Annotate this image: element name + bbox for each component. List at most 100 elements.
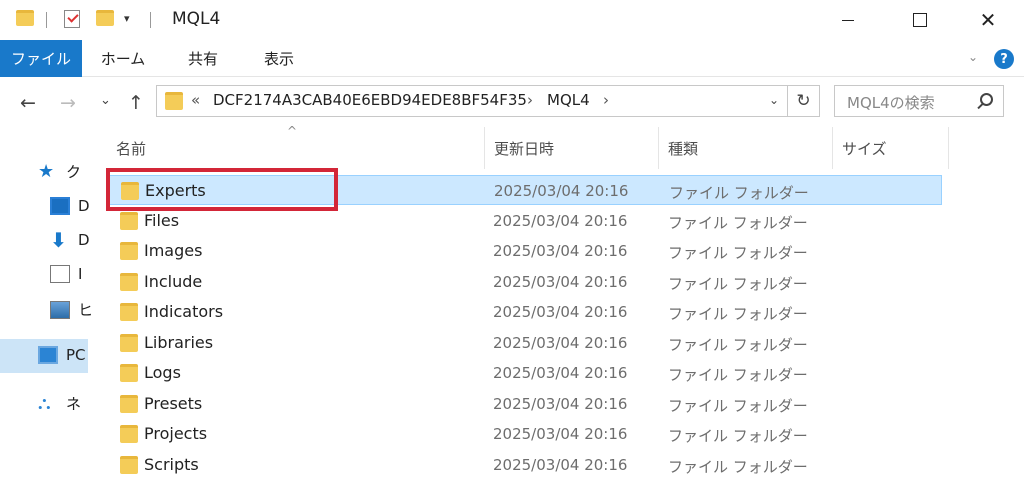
file-name: Scripts [144, 455, 199, 474]
folder-icon[interactable] [16, 10, 34, 26]
tab-home[interactable]: ホーム [92, 40, 154, 77]
column-header-size[interactable]: サイズ [832, 127, 948, 169]
file-date: 2025/03/04 20:16 [493, 364, 628, 382]
star-icon: ★ [38, 160, 55, 182]
file-date: 2025/03/04 20:16 [493, 334, 628, 352]
nav-item-desktop[interactable]: D [50, 197, 90, 215]
navigation-pane: ★ ク D ⬇ D I ヒ PC ⛬ ネ [0, 127, 93, 484]
table-row[interactable]: Scripts 2025/03/04 20:16 ファイル フォルダー [108, 450, 942, 480]
nav-item-documents[interactable]: I [50, 265, 82, 283]
maximize-button[interactable] [884, 0, 956, 40]
nav-item-downloads[interactable]: ⬇ D [50, 228, 90, 252]
tab-share[interactable]: 共有 [176, 40, 230, 77]
column-header-type[interactable]: 種類 [658, 127, 832, 169]
folder-icon [120, 303, 138, 321]
file-date: 2025/03/04 20:16 [493, 395, 628, 413]
tab-file[interactable]: ファイル [0, 40, 82, 77]
minimize-button[interactable] [812, 0, 884, 40]
file-type: ファイル フォルダー [668, 397, 808, 415]
forward-button[interactable]: → [60, 92, 76, 114]
file-date: 2025/03/04 20:16 [493, 242, 628, 260]
search-icon[interactable] [980, 93, 993, 106]
breadcrumb-overflow[interactable]: « [191, 91, 200, 109]
breadcrumb-separator[interactable]: › [603, 91, 609, 109]
tab-view[interactable]: 表示 [252, 40, 306, 77]
folder-icon [120, 273, 138, 291]
folder-icon [120, 334, 138, 352]
help-icon[interactable]: ? [994, 49, 1014, 69]
file-name: Include [144, 272, 203, 291]
title-bar: ▾ MQL4 ✕ [0, 0, 1024, 40]
file-date: 2025/03/04 20:16 [493, 303, 628, 321]
column-divider[interactable] [948, 127, 949, 169]
nav-item-pc[interactable]: PC [38, 346, 86, 364]
breadcrumb-item[interactable]: DCF2174A3CAB40E6EBD94EDE8BF54F35 [213, 91, 527, 109]
recent-locations-button[interactable]: ⌄ [100, 93, 111, 108]
file-name: Libraries [144, 333, 214, 352]
nav-item-label: ヒ [78, 301, 94, 319]
document-icon [50, 265, 70, 283]
nav-item-label: PC [66, 346, 86, 364]
nav-item-label: D [78, 231, 90, 249]
file-date: 2025/03/04 20:16 [494, 182, 629, 200]
close-button[interactable]: ✕ [952, 0, 1024, 40]
file-name: Files [144, 211, 180, 230]
desktop-icon [50, 197, 70, 215]
file-type: ファイル フォルダー [668, 366, 808, 384]
file-date: 2025/03/04 20:16 [493, 425, 628, 443]
nav-item-quick-access[interactable]: ★ ク [38, 161, 81, 182]
ribbon-expand-chevron-icon[interactable]: ⌄ [968, 50, 978, 64]
table-row[interactable]: Logs 2025/03/04 20:16 ファイル フォルダー [108, 358, 942, 388]
file-type: ファイル フォルダー [668, 305, 808, 323]
search-box[interactable]: MQL4の検索 [834, 85, 1004, 117]
folder-icon [120, 425, 138, 443]
breadcrumb-item[interactable]: MQL4 [547, 91, 590, 109]
properties-checkmark-icon[interactable] [64, 10, 80, 28]
nav-item-label: I [78, 265, 83, 283]
nav-item-pictures[interactable]: ヒ [50, 299, 93, 320]
column-header-modified[interactable]: 更新日時 [484, 127, 658, 169]
nav-item-network[interactable]: ⛬ ネ [38, 393, 81, 414]
breadcrumb-separator[interactable]: › [527, 91, 533, 109]
refresh-icon[interactable]: ↻ [788, 85, 820, 117]
back-button[interactable]: ← [20, 92, 36, 114]
table-row[interactable]: Images 2025/03/04 20:16 ファイル フォルダー [108, 236, 942, 266]
file-name: Projects [144, 424, 208, 443]
folder-icon [120, 364, 138, 382]
file-type: ファイル フォルダー [668, 214, 808, 232]
file-name: Presets [144, 394, 203, 413]
nav-item-label: D [78, 197, 90, 215]
search-input[interactable]: MQL4の検索 [847, 92, 935, 113]
table-row[interactable]: Indicators 2025/03/04 20:16 ファイル フォルダー [108, 297, 942, 327]
download-icon: ⬇ [50, 228, 67, 252]
folder-icon [120, 242, 138, 260]
file-name: Images [144, 241, 203, 260]
up-button[interactable]: ↑ [128, 92, 144, 114]
file-type: ファイル フォルダー [668, 244, 808, 262]
nav-item-label: ク [66, 163, 82, 181]
nav-item-label: ネ [66, 395, 82, 413]
file-type: ファイル フォルダー [668, 275, 808, 293]
table-row[interactable]: Projects 2025/03/04 20:16 ファイル フォルダー [108, 419, 942, 449]
folder-icon [120, 212, 138, 230]
table-row[interactable]: Include 2025/03/04 20:16 ファイル フォルダー [108, 267, 942, 297]
ribbon: ファイル ホーム 共有 表示 ⌄ ? [0, 40, 1024, 77]
folder-icon [120, 395, 138, 413]
column-header-name[interactable]: 名前 [106, 127, 484, 169]
pictures-icon [50, 300, 70, 319]
table-row[interactable]: Libraries 2025/03/04 20:16 ファイル フォルダー [108, 328, 942, 358]
file-date: 2025/03/04 20:16 [493, 273, 628, 291]
address-dropdown-icon[interactable]: ⌄ [769, 93, 779, 107]
folder-icon [120, 456, 138, 474]
file-type: ファイル フォルダー [668, 458, 808, 476]
address-toolbar: ← → ⌄ ↑ « DCF2174A3CAB40E6EBD94EDE8BF54F… [0, 77, 1024, 127]
file-name: Indicators [144, 302, 224, 321]
pc-icon [38, 346, 58, 364]
address-bar[interactable]: « DCF2174A3CAB40E6EBD94EDE8BF54F35 › MQL… [156, 85, 788, 117]
file-date: 2025/03/04 20:16 [493, 212, 628, 230]
file-type: ファイル フォルダー [668, 336, 808, 354]
new-folder-icon[interactable] [96, 10, 114, 26]
quick-access-dropdown-icon[interactable]: ▾ [124, 12, 130, 25]
file-type: ファイル フォルダー [668, 427, 808, 445]
table-row[interactable]: Presets 2025/03/04 20:16 ファイル フォルダー [108, 389, 942, 419]
